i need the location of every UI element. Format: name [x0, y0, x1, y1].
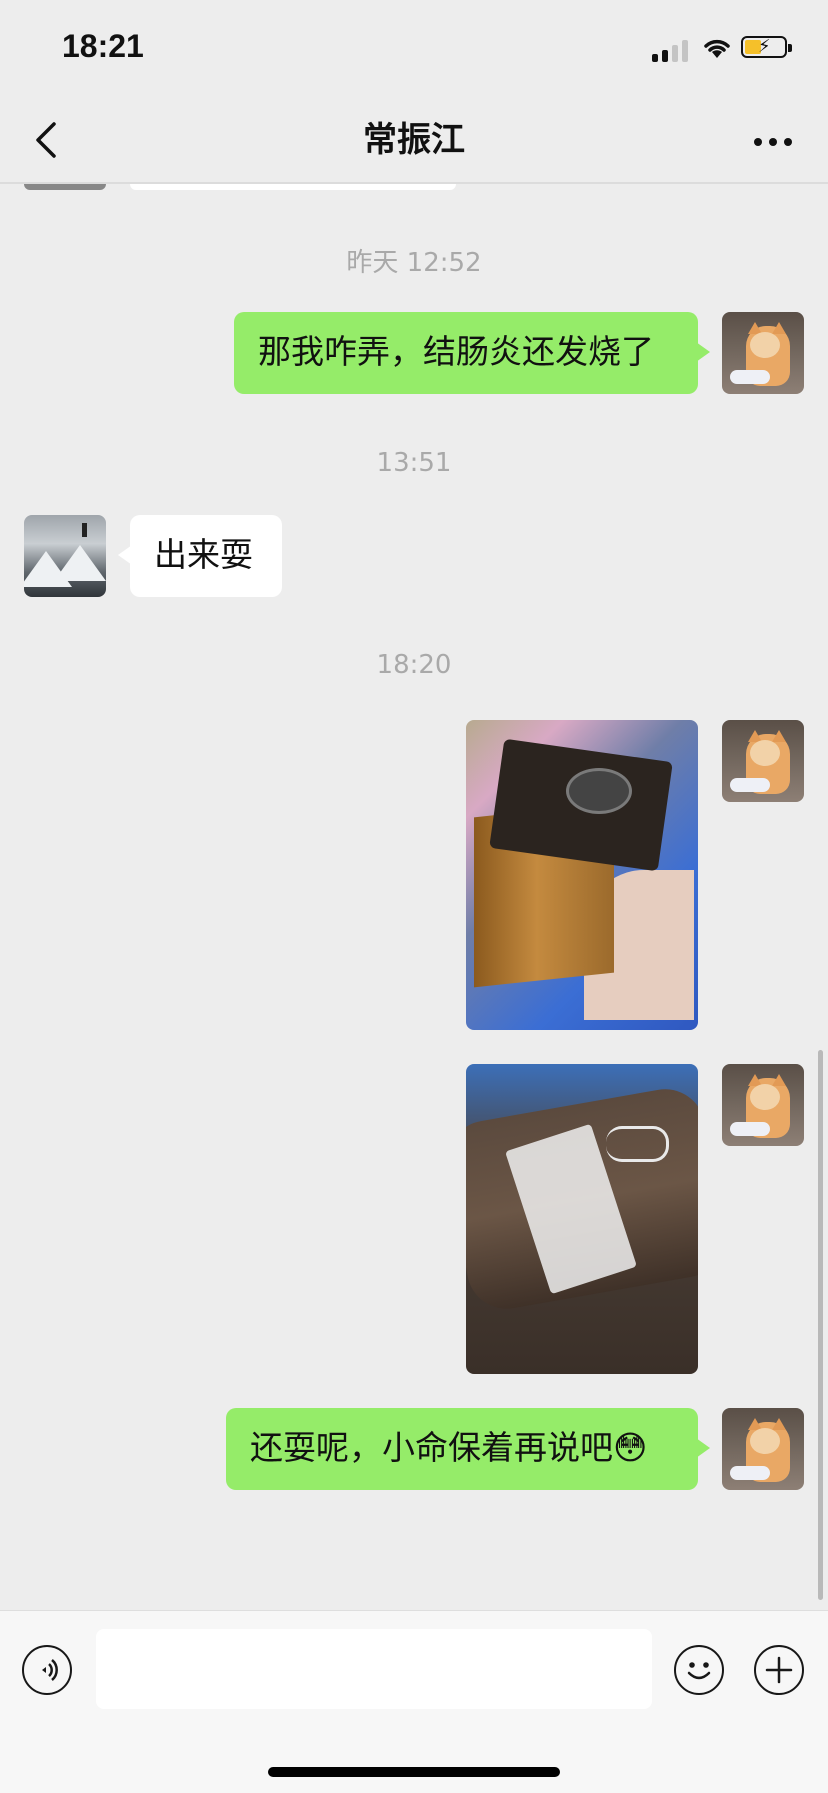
chat-title: 常振江: [363, 120, 465, 160]
message-bubble-received[interactable]: 出来耍: [118, 515, 282, 597]
add-more-icon[interactable]: [754, 1645, 804, 1695]
my-avatar[interactable]: [722, 1064, 804, 1146]
battery-icon: ⚡: [741, 36, 792, 58]
emoji-icon[interactable]: [674, 1645, 724, 1695]
more-options-icon[interactable]: [748, 126, 798, 156]
wifi-icon: [704, 39, 730, 58]
status-bar: 18:21 ⚡: [0, 0, 828, 100]
cellular-signal-icon: [652, 38, 692, 62]
home-indicator: [268, 1767, 560, 1777]
my-avatar[interactable]: [722, 720, 804, 802]
voice-input-icon[interactable]: [22, 1645, 72, 1695]
message-bubble-sent[interactable]: 还耍呢，小命保着再说吧😳: [226, 1408, 710, 1490]
message-input[interactable]: [96, 1629, 652, 1709]
avatar[interactable]: [24, 184, 106, 190]
message-bubble-sent[interactable]: 那我咋弄，结肠炎还发烧了: [234, 312, 710, 394]
contact-avatar[interactable]: [24, 515, 106, 597]
my-avatar[interactable]: [722, 1408, 804, 1490]
message-bubble-received[interactable]: [130, 184, 456, 190]
my-avatar[interactable]: [722, 312, 804, 394]
scrollbar[interactable]: [818, 1050, 823, 1600]
nav-bar: 常振江: [0, 100, 828, 184]
timestamp: 昨天 12:52: [346, 248, 482, 278]
timestamp: 18:20: [376, 650, 452, 680]
image-message[interactable]: [466, 720, 698, 1030]
timestamp: 13:51: [376, 448, 452, 478]
image-message[interactable]: [466, 1064, 698, 1374]
input-bar: [0, 1610, 828, 1793]
status-time: 18:21: [62, 28, 144, 64]
